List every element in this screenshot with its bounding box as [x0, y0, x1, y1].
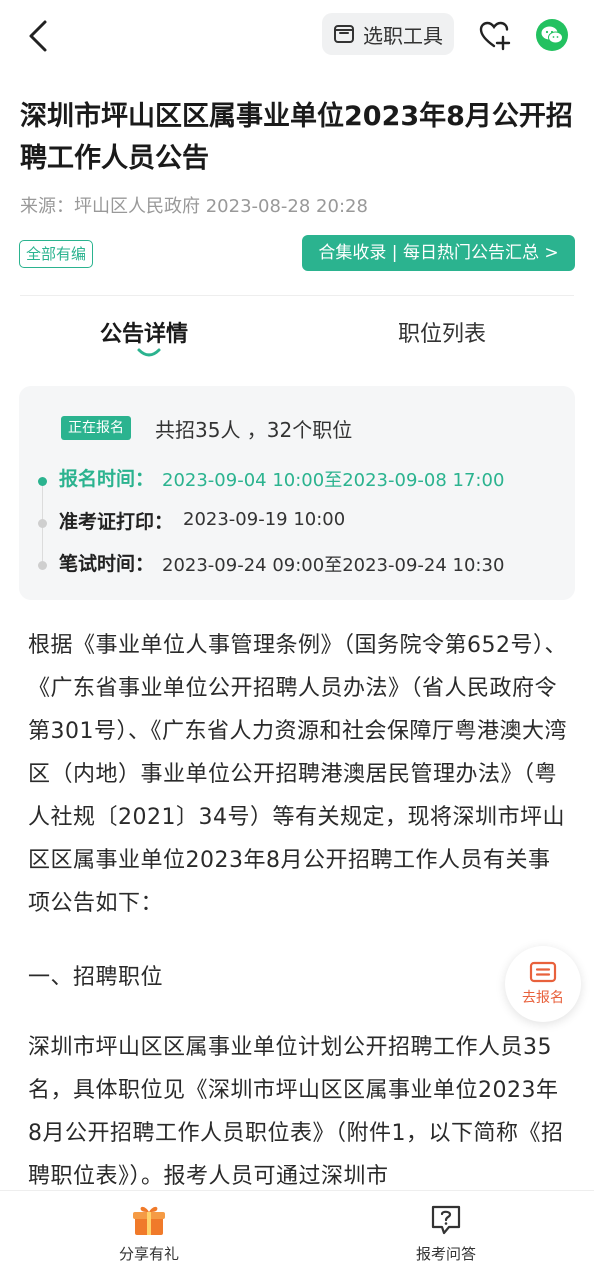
- recruitment-summary: 共招35人 ，32个职位: [155, 418, 353, 442]
- bottom-bar: 分享有礼 报考问答: [0, 1190, 594, 1281]
- tag-badge: 全部有编: [19, 240, 94, 268]
- tab-position-list[interactable]: 职位列表: [398, 316, 486, 348]
- briefcase-icon: [334, 25, 354, 43]
- content-paragraph: 深圳市坪山区区属事业单位计划公开招聘工作人员35名，具体职位见《深圳市坪山区区属…: [28, 1035, 564, 1189]
- register-float-label: 去报名: [522, 990, 564, 1006]
- article-source: 来源：坪山区人民政府 2023-08-28 20:28: [20, 196, 368, 217]
- job-tool-button[interactable]: 选职工具: [322, 13, 454, 55]
- share-gift-label: 分享有礼: [118, 1245, 179, 1263]
- exam-qa-button[interactable]: 报考问答: [381, 1203, 511, 1264]
- timeline-dot: [38, 519, 47, 528]
- timeline-label: 报名时间：: [59, 468, 155, 490]
- favorite-button[interactable]: [476, 16, 514, 54]
- chevron-left-icon: [29, 20, 47, 52]
- back-button[interactable]: [18, 14, 58, 58]
- content-paragraph: 根据《事业单位人事管理条例》（国务院令第652号）、《广东省事业单位公开招聘人员…: [28, 633, 567, 916]
- register-list-icon: [529, 961, 557, 983]
- tab-announcement-detail[interactable]: 公告详情: [100, 316, 188, 348]
- divider: [20, 295, 574, 296]
- top-bar: 选职工具: [0, 0, 594, 72]
- wechat-share-button[interactable]: [536, 19, 568, 51]
- article-title: 深圳市坪山区区属事业单位2023年8月公开招聘工作人员公告: [20, 101, 573, 174]
- gift-icon: [133, 1206, 165, 1235]
- exam-qa-label: 报考问答: [415, 1245, 476, 1263]
- timeline-value: 2023-09-24 09:00至2023-09-24 10:30: [162, 555, 505, 576]
- timeline-dot: [38, 561, 47, 570]
- share-gift-button[interactable]: 分享有礼: [84, 1203, 214, 1264]
- collection-button[interactable]: 合集收录 | 每日热门公告汇总 >: [302, 235, 575, 271]
- timeline-value: 2023-09-19 10:00: [183, 509, 346, 530]
- job-tool-label: 选职工具: [363, 23, 443, 48]
- timeline-label: 笔试时间：: [59, 553, 155, 575]
- status-badge: 正在报名: [61, 416, 131, 440]
- tab-active-indicator: [137, 348, 161, 357]
- timeline-label: 准考证打印：: [59, 511, 174, 533]
- question-bubble-icon: [431, 1205, 461, 1235]
- timeline-dot-active: [38, 477, 47, 486]
- timeline-value: 2023-09-04 10:00至2023-09-08 17:00: [162, 470, 505, 491]
- register-float-button[interactable]: 去报名: [505, 946, 581, 1022]
- heart-plus-icon: [479, 21, 511, 51]
- wechat-icon: [541, 26, 563, 44]
- recruitment-info-card: 正在报名 共招35人 ，32个职位 报名时间： 2023-09-04 10:00…: [19, 386, 575, 600]
- content-section-heading: 一、招聘职位: [28, 965, 164, 990]
